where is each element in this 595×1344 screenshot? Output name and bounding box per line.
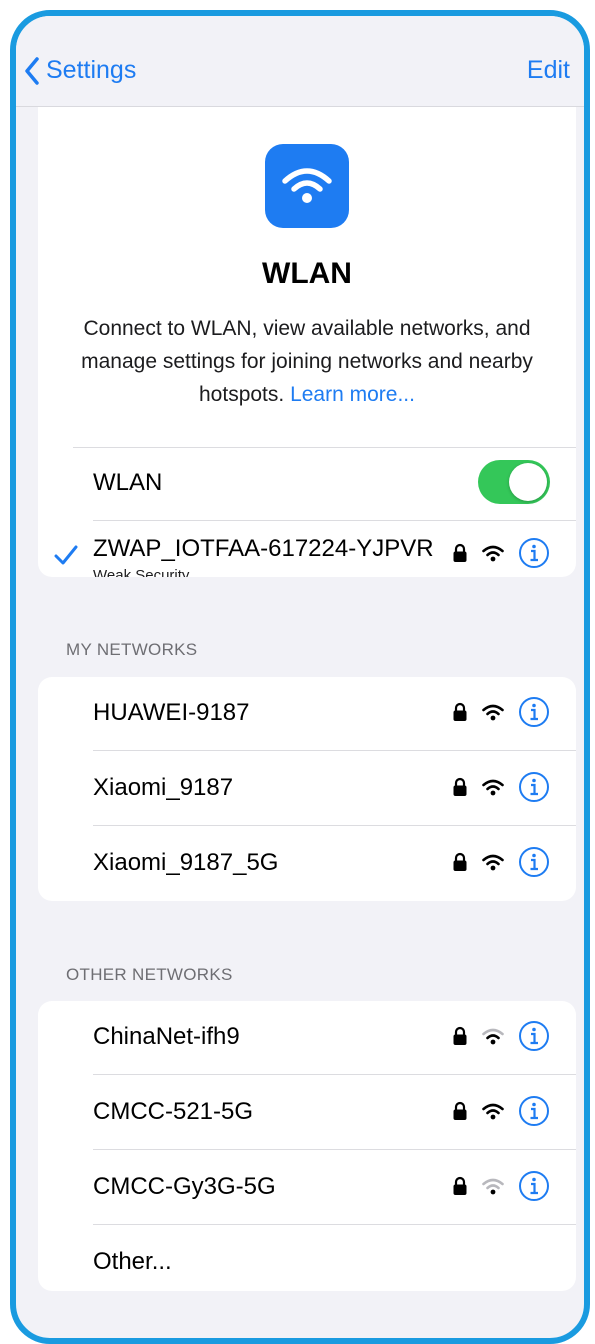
divider (93, 1224, 576, 1225)
info-icon[interactable] (518, 1020, 550, 1052)
lock-icon (453, 1026, 467, 1045)
info-icon[interactable] (518, 696, 550, 728)
navigation-bar: Settings Edit (16, 16, 584, 107)
network-row[interactable]: HUAWEI-9187 (38, 677, 576, 751)
wifi-signal-icon (482, 545, 504, 561)
divider (93, 1074, 576, 1075)
info-icon[interactable] (518, 1095, 550, 1127)
info-icon[interactable] (518, 846, 550, 878)
lock-icon (453, 1176, 467, 1195)
network-row[interactable]: ChinaNet-ifh9 (38, 1001, 576, 1075)
network-row[interactable]: Xiaomi_9187_5G (38, 827, 576, 901)
info-icon[interactable] (518, 1170, 550, 1202)
wifi-signal-icon (482, 704, 504, 720)
connected-network-name: ZWAP_IOTFAA-617224-YJPVR (93, 535, 434, 562)
network-name: Xiaomi_9187_5G (93, 849, 279, 876)
other-networks-title: OTHER NETWORKS (66, 965, 233, 984)
other-network-label: Other... (93, 1248, 172, 1275)
phone-frame: Settings Edit WLAN Connect to WLAN, view… (10, 10, 590, 1344)
wifi-signal-icon (482, 1028, 504, 1044)
other-network-row[interactable]: Other... (38, 1226, 576, 1291)
chevron-left-icon (25, 56, 39, 85)
back-button[interactable]: Settings (24, 56, 136, 85)
network-name: HUAWEI-9187 (93, 699, 250, 726)
learn-more-link[interactable]: Learn more... (290, 383, 415, 406)
wifi-signal-icon (482, 779, 504, 795)
checkmark-icon (54, 545, 78, 565)
divider (93, 1149, 576, 1150)
page-title: WLAN (262, 257, 352, 290)
divider (93, 750, 576, 751)
my-networks-title: MY NETWORKS (66, 640, 198, 659)
network-row[interactable]: Xiaomi_9187 (38, 752, 576, 826)
lock-icon (453, 1101, 467, 1120)
my-networks-list: HUAWEI-9187 Xiaomi_9187 Xiaomi_9187_5G (38, 677, 576, 901)
network-name: ChinaNet-ifh9 (93, 1023, 240, 1050)
edit-button[interactable]: Edit (527, 56, 570, 85)
info-icon[interactable] (518, 537, 550, 569)
other-networks-list: ChinaNet-ifh9 CMCC-521-5G CMCC-Gy3G-5G O… (38, 1001, 576, 1291)
lock-icon (453, 543, 467, 562)
security-note: Weak Security (93, 567, 190, 577)
wifi-signal-icon (482, 854, 504, 870)
wlan-toggle-label: WLAN (93, 469, 163, 496)
back-button-label: Settings (46, 56, 137, 84)
divider (93, 825, 576, 826)
network-name: Xiaomi_9187 (93, 774, 234, 801)
network-row[interactable]: CMCC-Gy3G-5G (38, 1151, 576, 1225)
lock-icon (453, 852, 467, 871)
wlan-toggle[interactable] (478, 460, 550, 504)
toggle-knob (509, 463, 547, 501)
wlan-header-card: WLAN Connect to WLAN, view available net… (38, 107, 576, 577)
info-icon[interactable] (518, 771, 550, 803)
wifi-signal-icon (482, 1178, 504, 1194)
wifi-app-icon (265, 144, 349, 228)
lock-icon (453, 702, 467, 721)
wlan-toggle-row: WLAN (38, 447, 576, 521)
lock-icon (453, 777, 467, 796)
page-description: Connect to WLAN, view available networks… (68, 312, 546, 411)
network-row[interactable]: CMCC-521-5G (38, 1076, 576, 1150)
connected-network-row[interactable]: ZWAP_IOTFAA-617224-YJPVR Weak Security (38, 521, 576, 577)
network-name: CMCC-Gy3G-5G (93, 1173, 276, 1200)
wifi-signal-icon (482, 1103, 504, 1119)
network-name: CMCC-521-5G (93, 1098, 254, 1125)
